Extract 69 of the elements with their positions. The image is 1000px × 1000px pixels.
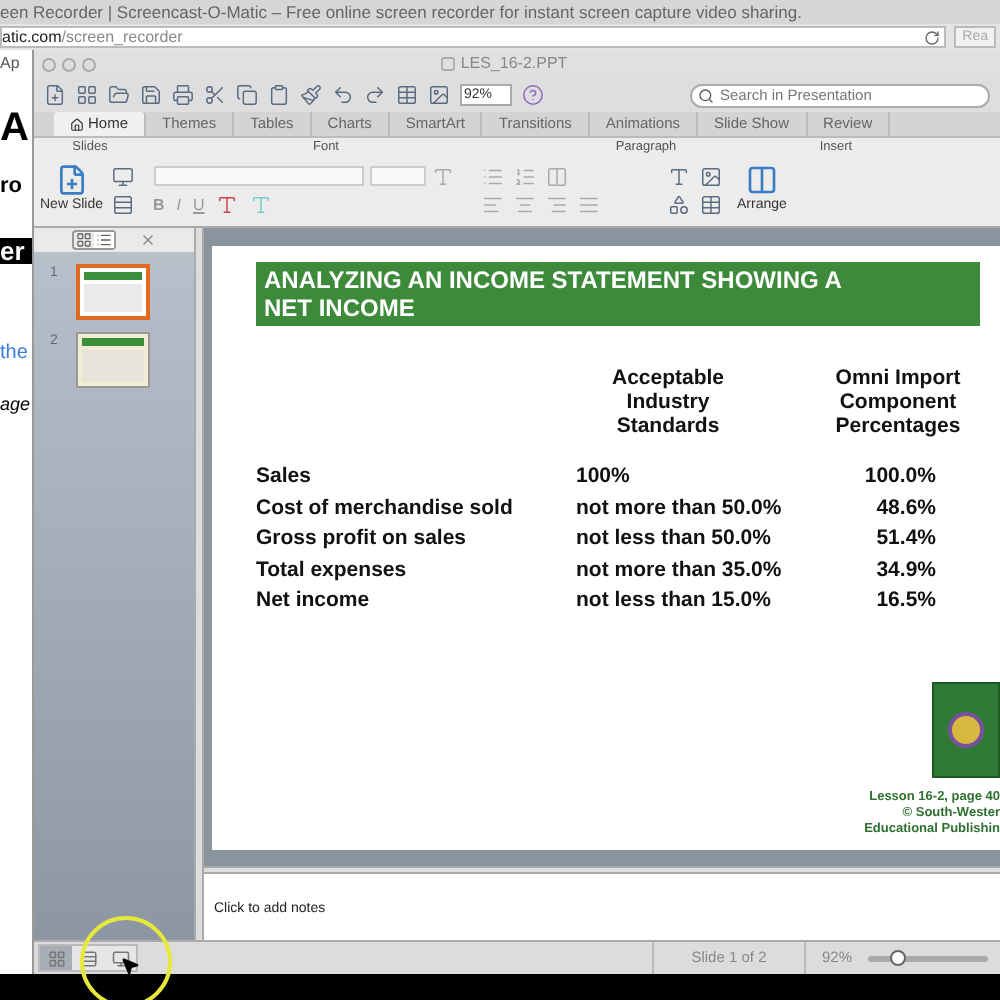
standard-value: not more than 35.0% bbox=[576, 555, 784, 585]
percentage-value: 51.4% bbox=[874, 524, 936, 554]
column-header: Acceptable Industry Standards bbox=[609, 366, 727, 438]
print-icon[interactable] bbox=[172, 84, 194, 106]
font-size-field[interactable] bbox=[369, 166, 426, 186]
shapes-icon[interactable] bbox=[667, 194, 690, 216]
new-file-icon[interactable] bbox=[44, 84, 66, 106]
zoom-slider[interactable] bbox=[868, 955, 988, 961]
slides-view-icon[interactable] bbox=[74, 232, 94, 248]
window-title: LES_16-2.PPT bbox=[460, 52, 568, 76]
reload-icon[interactable] bbox=[924, 29, 941, 45]
redo-icon[interactable] bbox=[364, 84, 386, 106]
font-style-button[interactable]: U bbox=[193, 195, 205, 215]
gallery-icon[interactable] bbox=[76, 84, 98, 106]
image-icon[interactable] bbox=[428, 84, 450, 106]
book-cover-drawing bbox=[932, 682, 1000, 778]
view-icon bbox=[79, 949, 97, 967]
page-text: er bbox=[0, 238, 32, 264]
undo-icon[interactable] bbox=[332, 84, 354, 106]
text-box-icon[interactable] bbox=[667, 166, 690, 188]
table-icon[interactable] bbox=[699, 194, 722, 216]
search-icon bbox=[698, 87, 714, 103]
standard-value: not less than 50.0% bbox=[576, 524, 773, 554]
row-label: Net income bbox=[256, 586, 372, 616]
arrange-icon bbox=[745, 164, 778, 197]
cut-icon[interactable] bbox=[204, 84, 226, 106]
open-folder-icon[interactable] bbox=[108, 84, 130, 106]
standard-value: not more than 50.0% bbox=[576, 493, 784, 523]
page-text: Ap bbox=[0, 56, 20, 72]
font-name-field[interactable] bbox=[153, 166, 364, 186]
close-icon[interactable] bbox=[140, 232, 156, 248]
slide-thumbnail[interactable] bbox=[76, 332, 150, 388]
font-style-button[interactable]: I bbox=[176, 195, 182, 215]
column-header: Omni Import Component Percentages bbox=[833, 366, 963, 438]
slide-title: ANALYZING AN INCOME STATEMENT SHOWING A NET INCOME bbox=[256, 262, 980, 326]
percentage-value: 48.6% bbox=[874, 493, 936, 523]
zoom-slider-thumb[interactable] bbox=[890, 949, 906, 965]
save-icon[interactable] bbox=[140, 84, 162, 106]
format-brush-icon[interactable] bbox=[300, 84, 322, 106]
layout-icon[interactable] bbox=[111, 166, 134, 188]
page-text: A bbox=[0, 108, 29, 148]
table-icon[interactable] bbox=[396, 84, 418, 106]
page-text: ro bbox=[0, 176, 22, 198]
new-slide-icon bbox=[55, 164, 88, 197]
copy-icon[interactable] bbox=[236, 84, 258, 106]
page-text: the bbox=[0, 344, 28, 364]
browser-title: een Recorder | Screencast-O-Matic – Free online screen recorder for instant screen capture video sharing. bbox=[0, 0, 1000, 24]
help-icon[interactable] bbox=[522, 84, 544, 106]
percentage-value: 100.0% bbox=[862, 462, 936, 492]
row-label: Total expenses bbox=[256, 555, 409, 585]
paste-icon[interactable] bbox=[268, 84, 290, 106]
picture-icon[interactable] bbox=[699, 166, 722, 188]
percentage-value: 16.5% bbox=[874, 586, 936, 616]
font-style-button[interactable]: B bbox=[153, 195, 165, 215]
cursor-icon bbox=[120, 956, 140, 976]
view-icon bbox=[47, 949, 65, 967]
slide-thumbnail[interactable] bbox=[76, 264, 150, 320]
percentage-value: 34.9% bbox=[874, 555, 936, 585]
font-color-icon[interactable] bbox=[216, 194, 239, 216]
address-field[interactable]: atic.com/screen_recorder bbox=[0, 26, 947, 48]
page-text: age bbox=[0, 396, 31, 414]
home-icon bbox=[70, 117, 84, 131]
row-label: Cost of merchandise sold bbox=[256, 493, 515, 523]
standard-value: 100% bbox=[576, 462, 632, 492]
standard-value: not less than 15.0% bbox=[576, 586, 773, 616]
row-label: Sales bbox=[256, 462, 313, 492]
view-icon bbox=[111, 949, 129, 967]
outline-view-icon[interactable] bbox=[94, 232, 114, 248]
row-label: Gross profit on sales bbox=[256, 524, 469, 554]
